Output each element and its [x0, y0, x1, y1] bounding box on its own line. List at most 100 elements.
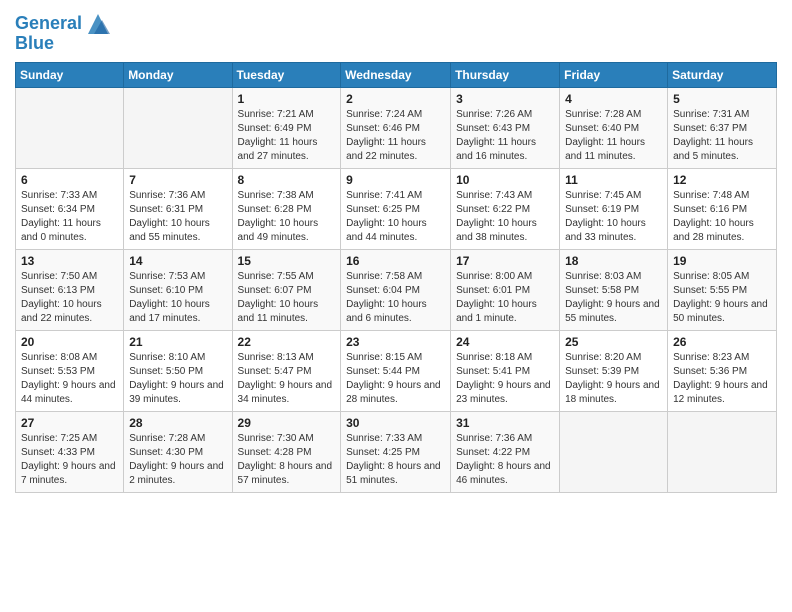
day-number: 19 — [673, 254, 771, 268]
day-cell: 5 Sunrise: 7:31 AM Sunset: 6:37 PM Daylig… — [668, 87, 777, 168]
weekday-sunday: Sunday — [16, 62, 124, 87]
day-info: Sunrise: 7:30 AM Sunset: 4:28 PM Dayligh… — [238, 432, 336, 488]
day-cell: 20 Sunrise: 8:08 AM Sunset: 5:53 PM Dayli… — [16, 330, 124, 411]
day-cell: 17 Sunrise: 8:00 AM Sunset: 6:01 PM Dayli… — [451, 249, 560, 330]
day-number: 2 — [346, 92, 445, 106]
day-info: Sunrise: 7:28 AM Sunset: 4:30 PM Dayligh… — [129, 432, 226, 488]
day-number: 30 — [346, 416, 445, 430]
day-info: Sunrise: 7:24 AM Sunset: 6:46 PM Dayligh… — [346, 108, 445, 164]
day-cell: 2 Sunrise: 7:24 AM Sunset: 6:46 PM Daylig… — [341, 87, 451, 168]
day-info: Sunrise: 8:10 AM Sunset: 5:50 PM Dayligh… — [129, 351, 226, 407]
day-number: 9 — [346, 173, 445, 187]
day-cell: 16 Sunrise: 7:58 AM Sunset: 6:04 PM Dayli… — [341, 249, 451, 330]
day-number: 5 — [673, 92, 771, 106]
week-row-4: 20 Sunrise: 8:08 AM Sunset: 5:53 PM Dayli… — [16, 330, 777, 411]
day-info: Sunrise: 7:31 AM Sunset: 6:37 PM Dayligh… — [673, 108, 771, 164]
header: General Blue — [15, 10, 777, 54]
day-cell: 22Sunrise: 8:13 AM Sunset: 5:47 PM Dayli… — [232, 330, 341, 411]
day-info: Sunrise: 7:55 AM Sunset: 6:07 PM Dayligh… — [238, 270, 336, 326]
day-cell — [16, 87, 124, 168]
day-cell: 13Sunrise: 7:50 AM Sunset: 6:13 PM Dayli… — [16, 249, 124, 330]
day-cell: 27Sunrise: 7:25 AM Sunset: 4:33 PM Dayli… — [16, 411, 124, 492]
day-cell: 18Sunrise: 8:03 AM Sunset: 5:58 PM Dayli… — [560, 249, 668, 330]
logo-text-general: General — [15, 14, 82, 34]
day-info: Sunrise: 8:08 AM Sunset: 5:53 PM Dayligh… — [21, 351, 118, 407]
day-info: Sunrise: 8:18 AM Sunset: 5:41 PM Dayligh… — [456, 351, 554, 407]
calendar-body: 1 Sunrise: 7:21 AM Sunset: 6:49 PM Daylig… — [16, 87, 777, 492]
day-info: Sunrise: 7:43 AM Sunset: 6:22 PM Dayligh… — [456, 189, 554, 245]
day-cell: 19 Sunrise: 8:05 AM Sunset: 5:55 PM Dayli… — [668, 249, 777, 330]
day-cell: 8 Sunrise: 7:38 AM Sunset: 6:28 PM Daylig… — [232, 168, 341, 249]
weekday-thursday: Thursday — [451, 62, 560, 87]
day-cell: 6Sunrise: 7:33 AM Sunset: 6:34 PM Daylig… — [16, 168, 124, 249]
day-number: 17 — [456, 254, 554, 268]
weekday-wednesday: Wednesday — [341, 62, 451, 87]
day-info: Sunrise: 8:23 AM Sunset: 5:36 PM Dayligh… — [673, 351, 771, 407]
day-cell: 29 Sunrise: 7:30 AM Sunset: 4:28 PM Dayli… — [232, 411, 341, 492]
day-info: Sunrise: 7:41 AM Sunset: 6:25 PM Dayligh… — [346, 189, 445, 245]
day-info: Sunrise: 7:36 AM Sunset: 6:31 PM Dayligh… — [129, 189, 226, 245]
weekday-header-row: SundayMondayTuesdayWednesdayThursdayFrid… — [16, 62, 777, 87]
day-cell: 31Sunrise: 7:36 AM Sunset: 4:22 PM Dayli… — [451, 411, 560, 492]
day-cell — [668, 411, 777, 492]
logo-icon — [84, 10, 112, 38]
day-info: Sunrise: 7:58 AM Sunset: 6:04 PM Dayligh… — [346, 270, 445, 326]
day-number: 22 — [238, 335, 336, 349]
day-cell: 28 Sunrise: 7:28 AM Sunset: 4:30 PM Dayli… — [124, 411, 232, 492]
day-number: 25 — [565, 335, 662, 349]
day-cell: 1 Sunrise: 7:21 AM Sunset: 6:49 PM Daylig… — [232, 87, 341, 168]
day-cell: 14 Sunrise: 7:53 AM Sunset: 6:10 PM Dayli… — [124, 249, 232, 330]
day-cell: 7 Sunrise: 7:36 AM Sunset: 6:31 PM Daylig… — [124, 168, 232, 249]
day-number: 4 — [565, 92, 662, 106]
day-info: Sunrise: 7:48 AM Sunset: 6:16 PM Dayligh… — [673, 189, 771, 245]
day-number: 14 — [129, 254, 226, 268]
weekday-saturday: Saturday — [668, 62, 777, 87]
day-info: Sunrise: 7:21 AM Sunset: 6:49 PM Dayligh… — [238, 108, 336, 164]
day-info: Sunrise: 7:38 AM Sunset: 6:28 PM Dayligh… — [238, 189, 336, 245]
day-info: Sunrise: 7:28 AM Sunset: 6:40 PM Dayligh… — [565, 108, 662, 164]
day-cell: 3Sunrise: 7:26 AM Sunset: 6:43 PM Daylig… — [451, 87, 560, 168]
day-number: 3 — [456, 92, 554, 106]
week-row-1: 1 Sunrise: 7:21 AM Sunset: 6:49 PM Daylig… — [16, 87, 777, 168]
day-number: 7 — [129, 173, 226, 187]
day-number: 29 — [238, 416, 336, 430]
day-number: 26 — [673, 335, 771, 349]
logo: General Blue — [15, 10, 112, 54]
day-info: Sunrise: 7:33 AM Sunset: 4:25 PM Dayligh… — [346, 432, 445, 488]
day-number: 23 — [346, 335, 445, 349]
day-info: Sunrise: 8:03 AM Sunset: 5:58 PM Dayligh… — [565, 270, 662, 326]
day-cell: 26 Sunrise: 8:23 AM Sunset: 5:36 PM Dayli… — [668, 330, 777, 411]
calendar-table: SundayMondayTuesdayWednesdayThursdayFrid… — [15, 62, 777, 493]
day-info: Sunrise: 8:05 AM Sunset: 5:55 PM Dayligh… — [673, 270, 771, 326]
day-cell: 4 Sunrise: 7:28 AM Sunset: 6:40 PM Daylig… — [560, 87, 668, 168]
day-info: Sunrise: 7:25 AM Sunset: 4:33 PM Dayligh… — [21, 432, 118, 488]
day-number: 31 — [456, 416, 554, 430]
day-cell: 25Sunrise: 8:20 AM Sunset: 5:39 PM Dayli… — [560, 330, 668, 411]
day-cell: 15Sunrise: 7:55 AM Sunset: 6:07 PM Dayli… — [232, 249, 341, 330]
logo-text-blue: Blue — [15, 34, 54, 54]
week-row-3: 13Sunrise: 7:50 AM Sunset: 6:13 PM Dayli… — [16, 249, 777, 330]
day-cell: 30 Sunrise: 7:33 AM Sunset: 4:25 PM Dayli… — [341, 411, 451, 492]
day-number: 16 — [346, 254, 445, 268]
day-cell: 10Sunrise: 7:43 AM Sunset: 6:22 PM Dayli… — [451, 168, 560, 249]
day-info: Sunrise: 7:45 AM Sunset: 6:19 PM Dayligh… — [565, 189, 662, 245]
day-number: 12 — [673, 173, 771, 187]
day-cell: 23 Sunrise: 8:15 AM Sunset: 5:44 PM Dayli… — [341, 330, 451, 411]
day-number: 8 — [238, 173, 336, 187]
day-cell: 12 Sunrise: 7:48 AM Sunset: 6:16 PM Dayli… — [668, 168, 777, 249]
day-info: Sunrise: 7:50 AM Sunset: 6:13 PM Dayligh… — [21, 270, 118, 326]
day-info: Sunrise: 7:53 AM Sunset: 6:10 PM Dayligh… — [129, 270, 226, 326]
weekday-monday: Monday — [124, 62, 232, 87]
day-number: 1 — [238, 92, 336, 106]
day-cell — [560, 411, 668, 492]
day-info: Sunrise: 8:15 AM Sunset: 5:44 PM Dayligh… — [346, 351, 445, 407]
day-number: 20 — [21, 335, 118, 349]
day-cell: 24Sunrise: 8:18 AM Sunset: 5:41 PM Dayli… — [451, 330, 560, 411]
day-cell — [124, 87, 232, 168]
day-info: Sunrise: 7:33 AM Sunset: 6:34 PM Dayligh… — [21, 189, 118, 245]
day-cell: 21Sunrise: 8:10 AM Sunset: 5:50 PM Dayli… — [124, 330, 232, 411]
day-info: Sunrise: 8:00 AM Sunset: 6:01 PM Dayligh… — [456, 270, 554, 326]
day-number: 28 — [129, 416, 226, 430]
day-number: 11 — [565, 173, 662, 187]
page: General Blue SundayMondayTuesdayWednesda… — [0, 0, 792, 612]
